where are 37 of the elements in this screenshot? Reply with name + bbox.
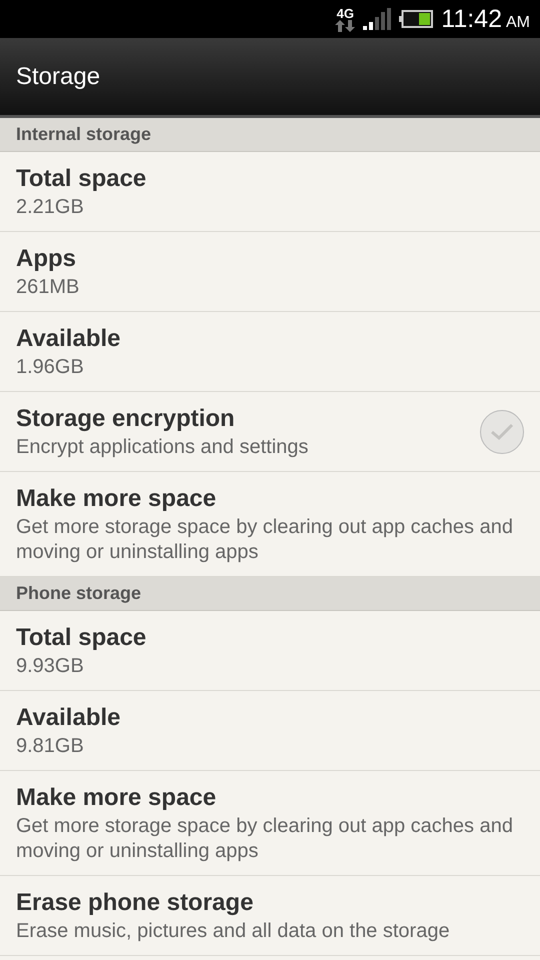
network-type: 4G — [336, 6, 354, 20]
checkbox[interactable] — [480, 410, 524, 454]
row-summary: Get more storage space by clearing out app caches and moving or uninstalling apps — [16, 814, 514, 864]
data-arrows-icon — [335, 20, 356, 32]
signal-icon — [363, 8, 392, 30]
row-title: Available — [16, 703, 122, 733]
settings-row[interactable]: Total space 2.21GB — [0, 152, 540, 232]
row-title: Storage encryption — [16, 404, 236, 434]
clock-period: AM — [506, 14, 530, 30]
section-title: Internal storage — [16, 123, 152, 146]
row-title: Erase phone storage — [16, 888, 254, 918]
clock-time: 11:42 — [441, 6, 502, 32]
settings-row[interactable]: Apps 261MB — [0, 232, 540, 312]
row-title: Total space — [16, 623, 148, 653]
row-summary: 2.21GB — [16, 195, 85, 220]
row-summary: Get more storage space by clearing out app caches and moving or uninstalling apps — [16, 515, 514, 565]
row-title: Apps — [16, 244, 77, 274]
row-summary: 1.96GB — [16, 355, 85, 380]
settings-row[interactable]: Total space 9.93GB — [0, 611, 540, 691]
settings-row[interactable]: Erase phone storage Erase music, pictures and all data on the storage — [0, 876, 540, 956]
row-title: Total space — [16, 164, 148, 194]
battery-icon — [399, 10, 434, 28]
settings-row[interactable]: Available 9.81GB — [0, 691, 540, 771]
row-summary: 9.81GB — [16, 734, 85, 759]
section-title: Phone storage — [16, 582, 142, 605]
settings-row[interactable]: Available 1.96GB — [0, 312, 540, 392]
screen-title: Storage — [16, 62, 100, 92]
row-summary: Encrypt applications and settings — [16, 435, 310, 460]
row-title: Make more space — [16, 484, 218, 514]
row-summary: 261MB — [16, 275, 80, 300]
row-title: Make more space — [16, 783, 218, 813]
check-icon — [490, 422, 514, 440]
row-summary: Erase music, pictures and all data on the storage — [16, 919, 451, 944]
row-title: Available — [16, 324, 122, 354]
settings-row[interactable]: Storage encryption Encrypt applications and settings — [0, 392, 540, 472]
row-summary: 9.93GB — [16, 654, 85, 679]
settings-row[interactable]: Make more space Get more storage space by clearing out app caches and moving or uninstalling apps — [0, 771, 540, 876]
